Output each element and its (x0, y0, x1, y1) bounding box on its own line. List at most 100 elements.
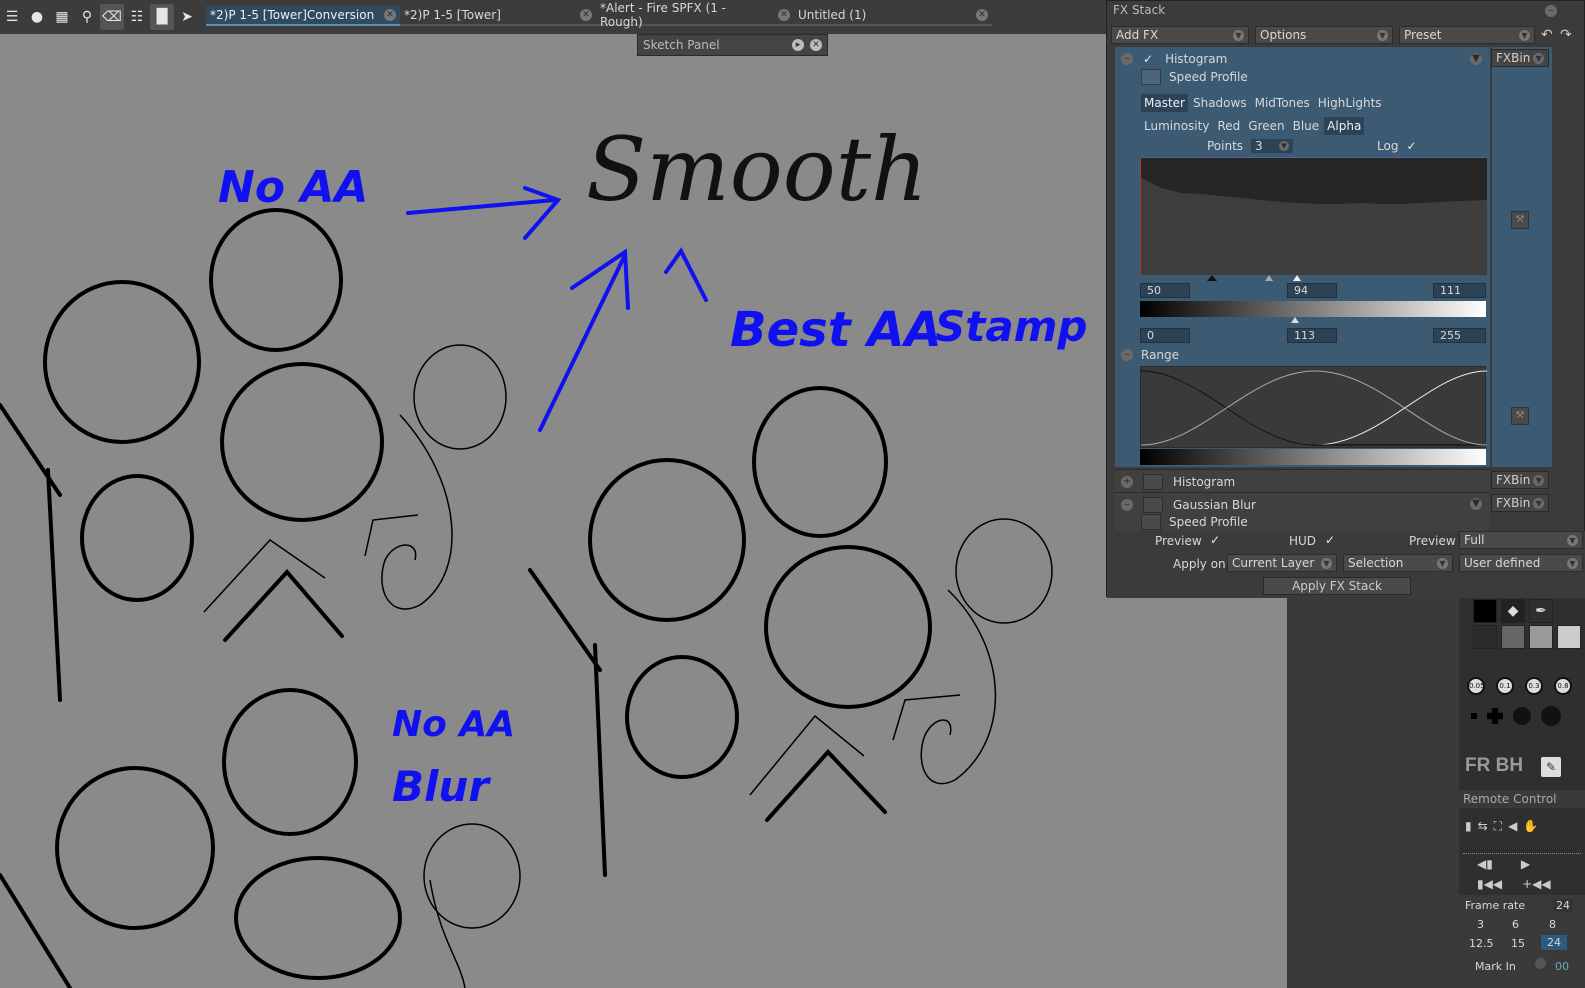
points-stepper[interactable]: 3 ▼ (1251, 139, 1294, 153)
brush-size-knob[interactable]: 0.05 (1467, 677, 1485, 695)
input-high-field[interactable]: 111 (1433, 283, 1486, 298)
tab-untitled[interactable]: Untitled (1) ✕ (794, 6, 992, 26)
close-icon[interactable]: ✕ (778, 9, 790, 21)
fullscreen-icon[interactable]: ⛶ (1494, 819, 1502, 834)
undo-icon[interactable]: ↶ (1541, 27, 1553, 43)
sketch-panel[interactable]: Sketch Panel ▸ ✕ (637, 34, 828, 56)
preview-mode-dropdown[interactable]: Full ▼ (1459, 531, 1583, 549)
rate-option[interactable]: 15 (1511, 937, 1525, 950)
input-low-marker[interactable] (1207, 275, 1217, 281)
tab-red[interactable]: Red (1214, 117, 1243, 135)
swatch-light[interactable] (1529, 625, 1553, 649)
prev-frame-icon[interactable]: ◀▮ (1477, 857, 1493, 871)
library-icon[interactable]: ☷ (125, 4, 149, 30)
collapse-icon[interactable]: – (1545, 5, 1557, 17)
input-mid-marker[interactable] (1265, 275, 1273, 281)
histogram-2-checkbox[interactable] (1143, 474, 1163, 490)
tab-midtones[interactable]: MidTones (1252, 94, 1313, 112)
selection-dropdown[interactable]: Selection ▼ (1343, 554, 1453, 572)
add-fx-dropdown[interactable]: Add FX ▼ (1111, 26, 1249, 44)
search-icon[interactable]: ⚲ (75, 4, 99, 30)
chevron-down-icon[interactable]: ▼ (1470, 498, 1482, 510)
options-dropdown[interactable]: Options ▼ (1255, 26, 1393, 44)
rate-option[interactable]: 12.5 (1469, 937, 1494, 950)
close-icon[interactable]: ✕ (580, 9, 592, 21)
tab-tower[interactable]: *2)P 1-5 [Tower] ✕ (400, 6, 596, 26)
output-mid-field[interactable]: 113 (1287, 328, 1337, 343)
rate-option-active[interactable]: 24 (1541, 935, 1567, 950)
close-icon[interactable]: ✕ (384, 9, 396, 21)
diamond-icon[interactable]: ◆ (1501, 599, 1525, 623)
speaker-icon[interactable]: ▮ (1465, 819, 1472, 834)
output-low-field[interactable]: 0 (1140, 328, 1190, 343)
brush-tip-cross[interactable] (1487, 708, 1503, 724)
tab-alert-fire[interactable]: *Alert - Fire SPFX (1 - Rough) ✕ (596, 1, 794, 29)
checkmark-icon[interactable]: ✓ (1406, 139, 1416, 153)
tab-tower-conversion[interactable]: *2)P 1-5 [Tower]Conversion ✕ (206, 6, 400, 26)
tab-shadows[interactable]: Shadows (1190, 94, 1250, 112)
first-frame-icon[interactable]: ▮◀◀ (1477, 877, 1502, 891)
play-icon[interactable]: ▸ (792, 39, 804, 51)
close-icon[interactable]: ✕ (810, 39, 822, 51)
expand-icon[interactable]: + (1121, 476, 1133, 488)
brush-tip-round[interactable] (1513, 707, 1531, 725)
rate-option[interactable]: 6 (1512, 918, 1519, 931)
range-curves[interactable] (1140, 366, 1487, 448)
brush-size-knob[interactable]: 0.8 (1554, 677, 1572, 695)
edit-icon[interactable]: ✎ (1541, 757, 1561, 777)
tab-highlights[interactable]: HighLights (1315, 94, 1385, 112)
apply-fx-stack-button[interactable]: Apply FX Stack (1263, 577, 1411, 595)
tab-green[interactable]: Green (1245, 117, 1287, 135)
fxbin-dropdown[interactable]: FXBin ▼ (1491, 49, 1549, 67)
tab-blue[interactable]: Blue (1290, 117, 1323, 135)
collapse-icon[interactable]: – (1121, 499, 1133, 511)
chart-icon[interactable]: █ (150, 4, 174, 30)
chevron-down-icon[interactable]: ▼ (1470, 53, 1482, 65)
redo-icon[interactable]: ↷ (1560, 27, 1572, 43)
swatch-dark[interactable] (1473, 625, 1497, 649)
loop-icon[interactable]: ⇆ (1478, 819, 1488, 834)
play-icon[interactable]: ▶ (1521, 857, 1530, 871)
remote-icon[interactable]: ▦ (50, 4, 74, 30)
brush-size-knob[interactable]: 0.3 (1525, 677, 1543, 695)
apply-on-dropdown[interactable]: Current Layer ▼ (1227, 554, 1337, 572)
tab-luminosity[interactable]: Luminosity (1141, 117, 1212, 135)
brush-holder-icon[interactable]: ⌫ (100, 4, 124, 30)
collapse-icon[interactable]: – (1121, 349, 1133, 361)
drawing-canvas[interactable]: Smooth No AA Best AA Stamp No AA Blur (0, 34, 1110, 988)
fxbin-dropdown-2[interactable]: FXBin ▼ (1491, 471, 1549, 489)
close-icon[interactable]: ✕ (976, 9, 988, 21)
brush-tip-small[interactable] (1471, 713, 1477, 719)
frame-rate-value[interactable]: 24 (1553, 899, 1573, 912)
swatch-mid[interactable] (1501, 625, 1525, 649)
rate-option[interactable]: 8 (1549, 918, 1556, 931)
wrench-icon[interactable]: ⚒ (1511, 407, 1529, 425)
output-mid-marker[interactable] (1291, 317, 1299, 323)
histogram-graph[interactable] (1140, 157, 1487, 275)
rate-option[interactable]: 3 (1477, 918, 1484, 931)
hand-icon[interactable]: ✋ (1523, 819, 1538, 834)
swatch-lighter[interactable] (1557, 625, 1581, 649)
gaussian-blur-checkbox[interactable] (1143, 497, 1163, 513)
speed-profile-checkbox[interactable] (1141, 69, 1161, 85)
timeline-slider[interactable] (1463, 845, 1581, 854)
input-high-marker[interactable] (1293, 275, 1301, 281)
preset-dropdown[interactable]: Preset ▼ (1399, 26, 1535, 44)
wrench-icon[interactable]: ⚒ (1511, 211, 1529, 229)
checkmark-icon[interactable]: ✓ (1325, 533, 1335, 547)
speed-profile-checkbox[interactable] (1141, 514, 1161, 530)
mark-in-icon[interactable] (1535, 958, 1546, 969)
output-gradient[interactable] (1140, 301, 1486, 317)
brush-size-knob[interactable]: 0.1 (1496, 677, 1514, 695)
tab-master[interactable]: Master (1141, 94, 1188, 112)
collapse-icon[interactable]: – (1121, 53, 1133, 65)
mark-in-value[interactable]: 00 (1555, 960, 1569, 973)
eyedropper-icon[interactable]: ✒ (1529, 599, 1553, 623)
fxbin-dropdown-3[interactable]: FXBin ▼ (1491, 494, 1549, 512)
layers-icon[interactable]: ☰ (0, 4, 24, 30)
input-low-field[interactable]: 50 (1140, 283, 1190, 298)
output-high-field[interactable]: 255 (1433, 328, 1486, 343)
swatch-black[interactable] (1473, 599, 1497, 623)
tab-alpha[interactable]: Alpha (1324, 117, 1365, 135)
bulb-icon[interactable]: ● (25, 4, 49, 30)
